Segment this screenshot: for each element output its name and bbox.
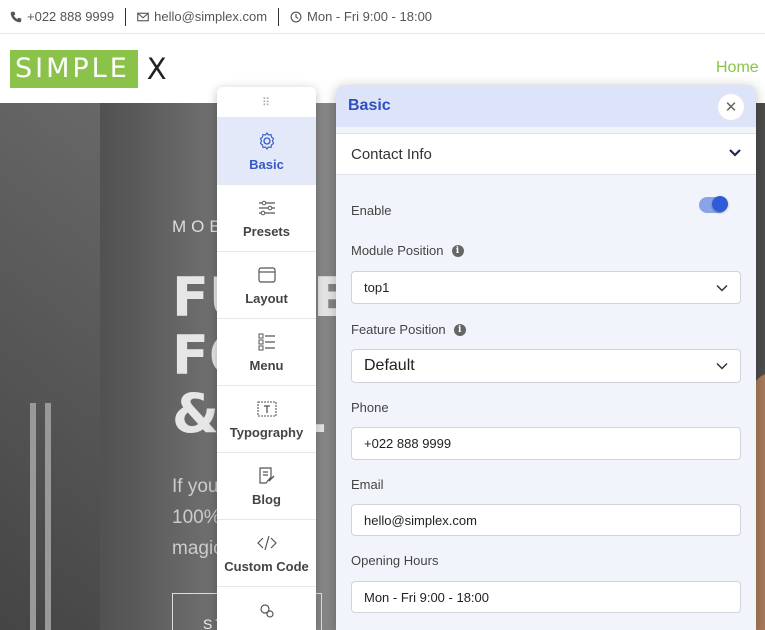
tool-label: Basic bbox=[249, 156, 284, 172]
clock-icon bbox=[290, 11, 302, 22]
tool-basic[interactable]: Basic bbox=[217, 117, 316, 184]
email-value: hello@simplex.com bbox=[364, 512, 477, 528]
topbar-email-text: hello@simplex.com bbox=[154, 9, 268, 24]
info-icon[interactable]: i bbox=[451, 244, 464, 257]
section-title: Contact Info bbox=[351, 145, 432, 163]
site-logo[interactable]: SIMPLE X bbox=[10, 50, 167, 88]
logo-wordmark: SIMPLE bbox=[10, 50, 138, 88]
tool-label: Presets bbox=[243, 223, 290, 239]
hero-door-handle bbox=[45, 403, 51, 630]
tool-advanced[interactable] bbox=[217, 586, 316, 630]
blog-icon bbox=[258, 466, 274, 484]
tool-layout[interactable]: Layout bbox=[217, 251, 316, 318]
logo-x: X bbox=[146, 52, 167, 86]
phone-label: Phone bbox=[351, 400, 389, 415]
tool-label: Blog bbox=[252, 491, 281, 507]
drag-handle-icon[interactable]: ⠿ bbox=[217, 87, 316, 117]
hero-door-handle bbox=[30, 403, 36, 630]
chevron-down-icon bbox=[716, 362, 728, 370]
feature-position-value: Default bbox=[364, 357, 415, 374]
topbar-hours-text: Mon - Fri 9:00 - 18:00 bbox=[307, 9, 433, 24]
feature-position-select[interactable]: Default bbox=[351, 349, 741, 383]
tool-presets[interactable]: Presets bbox=[217, 184, 316, 251]
email-field[interactable]: hello@simplex.com bbox=[351, 504, 741, 536]
module-position-label-text: Module Position bbox=[351, 243, 444, 258]
topbar-phone-text: +022 888 9999 bbox=[27, 9, 115, 24]
email-label: Email bbox=[351, 477, 384, 492]
phone-value: +022 888 9999 bbox=[364, 436, 452, 451]
customizer-toolbar: ⠿ Basic Presets Layout Menu Typography B… bbox=[217, 87, 316, 630]
tool-label: Custom Code bbox=[224, 558, 309, 574]
gear-icon bbox=[259, 131, 274, 150]
enable-label: Enable bbox=[351, 203, 391, 218]
panel-title: Basic bbox=[348, 97, 391, 114]
toggle-knob bbox=[712, 196, 728, 212]
opening-hours-label-text: Opening Hours bbox=[351, 553, 439, 568]
module-position-label: Module Position i bbox=[351, 243, 464, 258]
opening-hours-field[interactable]: Mon - Fri 9:00 - 18:00 bbox=[351, 581, 741, 613]
feature-position-label: Feature Position i bbox=[351, 322, 466, 337]
tool-blog[interactable]: Blog bbox=[217, 452, 316, 519]
tool-label: Layout bbox=[245, 290, 288, 306]
section-contact-info[interactable]: Contact Info bbox=[336, 133, 756, 175]
close-button[interactable]: ✕ bbox=[718, 94, 744, 120]
topbar-hours: Mon - Fri 9:00 - 18:00 bbox=[290, 8, 443, 26]
module-position-value: top1 bbox=[364, 280, 390, 295]
layout-icon bbox=[257, 266, 276, 283]
tool-label: Typography bbox=[229, 424, 304, 440]
phone-icon bbox=[10, 11, 22, 22]
tool-typography[interactable]: Typography bbox=[217, 385, 316, 452]
topbar-email[interactable]: hello@simplex.com bbox=[137, 7, 280, 26]
opening-hours-value: Mon - Fri 9:00 - 18:00 bbox=[364, 589, 489, 605]
topbar-phone[interactable]: +022 888 9999 bbox=[10, 7, 127, 26]
envelope-icon bbox=[137, 12, 149, 21]
module-position-select[interactable]: top1 bbox=[351, 271, 741, 304]
feature-position-label-text: Feature Position bbox=[351, 322, 446, 337]
phone-field[interactable]: +022 888 9999 bbox=[351, 427, 741, 460]
tool-custom-code[interactable]: Custom Code bbox=[217, 519, 316, 586]
enable-label-text: Enable bbox=[351, 203, 392, 218]
panel-header: Basic ✕ bbox=[336, 85, 756, 127]
typography-icon bbox=[256, 400, 277, 417]
advanced-settings-icon bbox=[259, 604, 274, 618]
enable-toggle[interactable] bbox=[699, 196, 728, 213]
info-icon[interactable]: i bbox=[453, 323, 466, 336]
top-contact-bar: +022 888 9999 hello@simplex.com Mon - Fr… bbox=[0, 0, 765, 34]
settings-panel: Basic ✕ Contact Info Enable Module Posit… bbox=[336, 85, 756, 630]
code-icon bbox=[256, 535, 277, 550]
chevron-down-icon bbox=[716, 284, 728, 292]
menu-icon bbox=[258, 333, 275, 350]
nav-home-link[interactable]: Home bbox=[716, 59, 759, 77]
tool-label: Menu bbox=[249, 357, 284, 373]
sliders-icon bbox=[258, 200, 275, 215]
close-icon: ✕ bbox=[724, 99, 738, 116]
chevron-down-icon bbox=[729, 149, 741, 157]
email-label-text: Email bbox=[351, 477, 384, 492]
opening-hours-label: Opening Hours bbox=[351, 553, 438, 568]
phone-label-text: Phone bbox=[351, 400, 389, 415]
tool-menu[interactable]: Menu bbox=[217, 318, 316, 385]
